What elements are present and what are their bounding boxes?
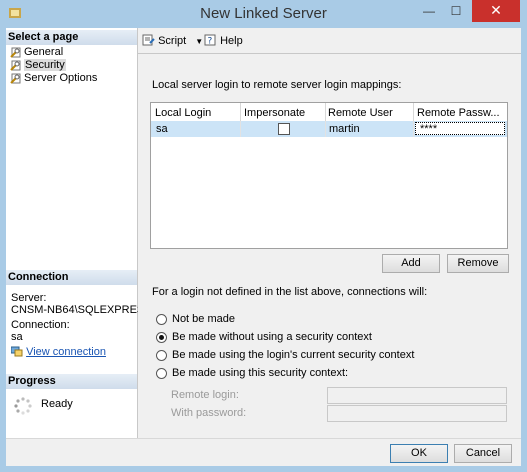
radio-current-security-context[interactable] — [156, 350, 167, 361]
cell-separator — [325, 121, 326, 137]
cell-separator — [413, 121, 414, 137]
minimize-button[interactable]: — — [416, 0, 442, 22]
view-connection-icon — [10, 346, 23, 357]
view-connection-link[interactable]: View connection — [26, 346, 106, 358]
server-value: CNSM-NB64\SQLEXPRES — [11, 304, 139, 316]
cell-remote-password[interactable]: **** — [415, 122, 505, 135]
radio-label-not-be-made[interactable]: Not be made — [172, 313, 235, 325]
radio-label-this-security-context[interactable]: Be made using this security context: — [172, 367, 348, 379]
cell-local-login[interactable]: sa — [156, 122, 168, 136]
undefined-login-heading: For a login not defined in the list abov… — [152, 286, 428, 298]
table-row[interactable]: sa martin **** — [151, 121, 507, 137]
cancel-button[interactable]: Cancel — [454, 444, 512, 463]
connection-value: sa — [11, 331, 23, 343]
remove-button[interactable]: Remove — [447, 254, 509, 273]
column-header-impersonate[interactable]: Impersonate — [244, 105, 305, 121]
column-separator[interactable] — [325, 103, 326, 121]
with-password-label: With password: — [171, 407, 247, 419]
left-pane: Select a page General Security Server Op… — [6, 28, 139, 438]
svg-text:?: ? — [208, 37, 213, 47]
impersonate-checkbox[interactable] — [278, 123, 290, 135]
cell-separator — [240, 121, 241, 137]
page-item-label: Server Options — [24, 72, 98, 84]
radio-label-current-security-context[interactable]: Be made using the login's current securi… — [172, 349, 414, 361]
column-header-local-login[interactable]: Local Login — [155, 105, 211, 121]
cell-remote-user[interactable]: martin — [329, 122, 360, 136]
server-label: Server: — [11, 292, 47, 304]
script-button[interactable]: Script ▼ — [142, 34, 203, 47]
mappings-heading: Local server login to remote server logi… — [152, 79, 402, 91]
remote-login-input — [327, 387, 507, 404]
login-mappings-grid[interactable]: Local Login Impersonate Remote User Remo… — [150, 102, 508, 249]
progress-header: Progress — [6, 374, 137, 389]
help-button[interactable]: ? Help — [204, 34, 243, 47]
progress-spinner-icon — [13, 396, 33, 416]
help-label: Help — [220, 35, 243, 47]
radio-label-without-security-context[interactable]: Be made without using a security context — [172, 331, 372, 343]
toolbar: Script ▼ ? Help — [138, 28, 521, 54]
with-password-input — [327, 405, 507, 422]
radio-not-be-made[interactable] — [156, 314, 167, 325]
connection-label: Connection: — [11, 319, 70, 331]
page-item-security[interactable]: Security — [10, 59, 66, 72]
select-page-header: Select a page — [6, 30, 137, 45]
page-item-label: Security — [24, 59, 66, 71]
script-icon — [142, 34, 155, 46]
radio-this-security-context[interactable] — [156, 368, 167, 379]
radio-without-security-context[interactable] — [156, 332, 167, 343]
wrench-page-icon — [10, 60, 21, 71]
dropdown-arrow-icon[interactable]: ▼ — [195, 37, 203, 46]
script-label: Script — [158, 35, 187, 47]
column-header-remote-password[interactable]: Remote Passw... — [417, 105, 507, 121]
window-bottom-border — [0, 466, 527, 472]
radio-selected-dot — [159, 335, 164, 340]
maximize-button[interactable]: ☐ — [443, 0, 469, 22]
add-button[interactable]: Add — [382, 254, 440, 273]
wrench-page-icon — [10, 73, 21, 84]
ok-button[interactable]: OK — [390, 444, 448, 463]
column-separator[interactable] — [240, 103, 241, 121]
view-connection-row[interactable]: View connection — [10, 346, 106, 358]
progress-status: Ready — [41, 398, 73, 410]
help-icon: ? — [204, 34, 217, 47]
page-item-server-options[interactable]: Server Options — [10, 72, 97, 85]
page-item-general[interactable]: General — [10, 46, 63, 59]
column-header-remote-user[interactable]: Remote User — [328, 105, 393, 121]
connection-header: Connection — [6, 270, 137, 285]
wrench-page-icon — [10, 47, 21, 58]
remote-login-label: Remote login: — [171, 389, 239, 401]
close-button[interactable]: ✕ — [472, 0, 520, 22]
page-item-label: General — [24, 46, 64, 58]
column-separator[interactable] — [413, 103, 414, 121]
